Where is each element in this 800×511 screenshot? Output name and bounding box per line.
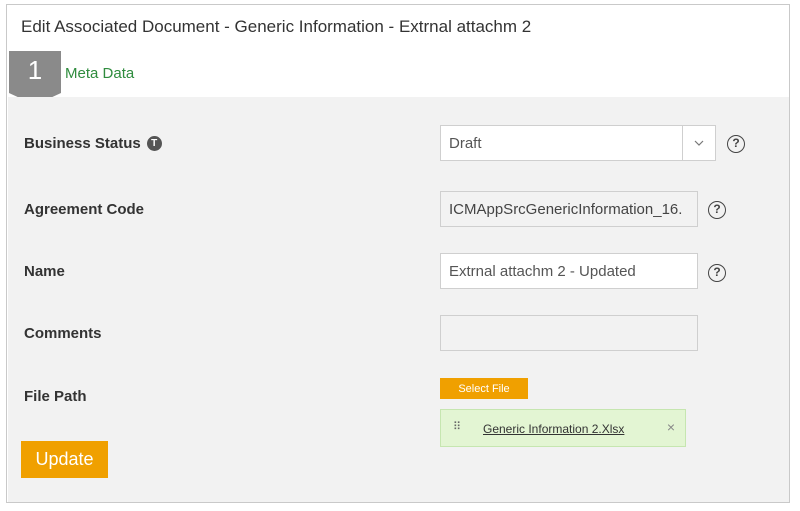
business-status-select[interactable]: Draft: [440, 125, 716, 161]
dialog-title: Edit Associated Document - Generic Infor…: [21, 17, 532, 36]
file-icon: ⠿: [453, 421, 461, 433]
business-status-label-text: Business Status: [24, 135, 141, 152]
update-button[interactable]: Update: [21, 441, 108, 478]
attached-file-chip: ⠿ Generic Information 2.Xlsx ×: [440, 409, 686, 447]
edit-document-dialog: Edit Associated Document - Generic Infor…: [6, 4, 790, 503]
form-content: Business Status T Draft ? Agreement Code…: [8, 97, 789, 502]
chevron-down-icon[interactable]: [682, 126, 715, 160]
name-label: Name: [24, 263, 65, 280]
business-status-help-icon[interactable]: ?: [727, 135, 745, 153]
tab-bar: 1 Meta Data: [7, 51, 789, 105]
attached-file-link[interactable]: Generic Information 2.Xlsx: [483, 422, 624, 436]
agreement-code-field: ICMAppSrcGenericInformation_16.: [440, 191, 698, 227]
info-badge-icon[interactable]: T: [146, 136, 162, 151]
agreement-code-label: Agreement Code: [24, 201, 145, 218]
step-number: 1: [27, 55, 43, 85]
business-status-label: Business Status T: [24, 135, 162, 152]
comments-field[interactable]: [440, 315, 698, 351]
comments-label: Comments: [24, 325, 102, 342]
agreement-code-help-icon[interactable]: ?: [708, 201, 726, 219]
close-icon[interactable]: ×: [667, 419, 675, 435]
name-input[interactable]: Extrnal attachm 2 - Updated: [440, 253, 698, 289]
file-path-label: File Path: [24, 388, 87, 405]
tab-meta-data[interactable]: Meta Data: [65, 65, 134, 82]
business-status-value: Draft: [449, 134, 482, 152]
select-file-button[interactable]: Select File: [440, 378, 528, 399]
name-help-icon[interactable]: ?: [708, 264, 726, 282]
